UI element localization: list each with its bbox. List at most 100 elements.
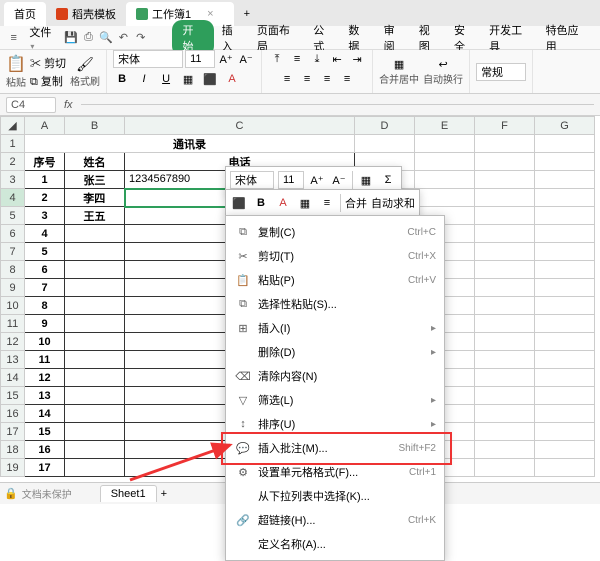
ctx-copy[interactable]: ⧉复制(C)Ctrl+C <box>226 220 444 244</box>
row-header[interactable]: 19 <box>1 459 25 477</box>
data-cell[interactable]: 6 <box>25 261 65 279</box>
row-header[interactable]: 6 <box>1 225 25 243</box>
data-cell[interactable]: 14 <box>25 405 65 423</box>
row-header[interactable]: 16 <box>1 405 25 423</box>
indent-left-icon[interactable]: ⇤ <box>328 50 346 68</box>
justify-icon[interactable]: ≡ <box>338 70 356 88</box>
data-cell[interactable] <box>65 243 125 261</box>
paste-icon[interactable]: 📋 <box>6 54 26 74</box>
bold-button[interactable]: B <box>113 70 131 88</box>
fill-color-button[interactable]: ⬛ <box>201 70 219 88</box>
underline-button[interactable]: U <box>157 70 175 88</box>
ctx-format-cells[interactable]: ⚙设置单元格格式(F)...Ctrl+1 <box>226 460 444 484</box>
align-left-icon[interactable]: ≡ <box>278 70 296 88</box>
row-header[interactable]: 2 <box>1 153 25 171</box>
row-header[interactable]: 11 <box>1 315 25 333</box>
data-cell[interactable] <box>65 441 125 459</box>
align-right-icon[interactable]: ≡ <box>318 70 336 88</box>
font-select[interactable]: 宋体 <box>113 50 183 68</box>
undo-icon[interactable]: ↶ <box>116 30 131 46</box>
ctx-define-name[interactable]: 定义名称(A)... <box>226 532 444 556</box>
mini-merge-label[interactable]: 合并 <box>345 195 367 211</box>
merge-icon[interactable]: ▦ <box>357 171 375 189</box>
col-header[interactable]: E <box>415 117 475 135</box>
wrap-icon[interactable]: ↩ <box>423 58 463 71</box>
data-cell[interactable]: 4 <box>25 225 65 243</box>
fill-color-icon[interactable]: ⬛ <box>230 194 248 212</box>
painter-icon[interactable]: 🖌 <box>70 56 100 73</box>
data-cell[interactable]: 11 <box>25 351 65 369</box>
bold-icon[interactable]: B <box>252 194 270 212</box>
increase-font-icon[interactable]: A⁺ <box>308 171 326 189</box>
data-cell[interactable] <box>65 351 125 369</box>
row-header[interactable]: 13 <box>1 351 25 369</box>
data-cell[interactable]: 1 <box>25 171 65 189</box>
number-format-select[interactable]: 常规 <box>476 63 526 81</box>
ctx-sort[interactable]: ↕排序(U)▸ <box>226 412 444 436</box>
align-center-icon[interactable]: ≡ <box>298 70 316 88</box>
ctx-dropdown[interactable]: 从下拉列表中选择(K)... <box>226 484 444 508</box>
mini-size-select[interactable]: 11 <box>278 171 304 189</box>
col-header[interactable]: C <box>125 117 355 135</box>
data-cell[interactable] <box>65 423 125 441</box>
data-cell[interactable]: 3 <box>25 207 65 225</box>
data-cell[interactable] <box>65 261 125 279</box>
data-cell[interactable] <box>65 279 125 297</box>
add-sheet-icon[interactable]: + <box>161 488 167 500</box>
preview-icon[interactable]: 🔍 <box>98 30 113 46</box>
data-cell[interactable]: 李四 <box>65 189 125 207</box>
row-header[interactable]: 14 <box>1 369 25 387</box>
row-header[interactable]: 8 <box>1 261 25 279</box>
sheet-tab[interactable]: Sheet1 <box>100 485 157 502</box>
data-cell[interactable]: 17 <box>25 459 65 477</box>
row-header[interactable]: 18 <box>1 441 25 459</box>
row-header[interactable]: 5 <box>1 207 25 225</box>
data-cell[interactable]: 9 <box>25 315 65 333</box>
title-cell[interactable]: 通讯录 <box>25 135 355 153</box>
print-icon[interactable]: ⎙ <box>81 30 96 46</box>
data-cell[interactable]: 16 <box>25 441 65 459</box>
formula-input[interactable] <box>81 104 594 105</box>
paste-button[interactable]: 粘贴 <box>6 74 26 89</box>
data-cell[interactable]: 7 <box>25 279 65 297</box>
col-header[interactable]: B <box>65 117 125 135</box>
align-bottom-icon[interactable]: ⤓ <box>308 50 326 68</box>
ctx-cut[interactable]: ✂剪切(T)Ctrl+X <box>226 244 444 268</box>
wrap-button[interactable]: 自动换行 <box>423 71 463 86</box>
row-header[interactable]: 12 <box>1 333 25 351</box>
data-cell[interactable] <box>65 405 125 423</box>
copy-button[interactable]: ⧉ 复制 <box>30 73 66 89</box>
data-cell[interactable] <box>65 297 125 315</box>
row-header[interactable]: 3 <box>1 171 25 189</box>
data-cell[interactable]: 12 <box>25 369 65 387</box>
decrease-font-icon[interactable]: A⁻ <box>237 50 255 68</box>
ctx-clear[interactable]: ⌫清除内容(N) <box>226 364 444 388</box>
data-cell[interactable] <box>65 459 125 477</box>
header-cell[interactable]: 序号 <box>25 153 65 171</box>
fontsize-select[interactable]: 11 <box>185 50 215 68</box>
row-header[interactable]: 10 <box>1 297 25 315</box>
data-cell[interactable] <box>65 387 125 405</box>
lock-icon[interactable]: 🔒 <box>4 487 18 500</box>
ctx-comment[interactable]: 💬插入批注(M)...Shift+F2 <box>226 436 444 460</box>
data-cell[interactable]: 8 <box>25 297 65 315</box>
col-header[interactable]: A <box>25 117 65 135</box>
corner-cell[interactable]: ◢ <box>1 117 25 135</box>
data-cell[interactable]: 王五 <box>65 207 125 225</box>
ctx-paste-special[interactable]: ⧉选择性粘贴(S)... <box>226 292 444 316</box>
ctx-paste[interactable]: 📋粘贴(P)Ctrl+V <box>226 268 444 292</box>
data-cell[interactable]: 2 <box>25 189 65 207</box>
data-cell[interactable] <box>65 333 125 351</box>
col-header[interactable]: F <box>475 117 535 135</box>
decrease-font-icon[interactable]: A⁻ <box>330 171 348 189</box>
name-box[interactable]: C4 <box>6 97 56 113</box>
data-cell[interactable] <box>65 369 125 387</box>
data-cell[interactable]: 13 <box>25 387 65 405</box>
increase-font-icon[interactable]: A⁺ <box>217 50 235 68</box>
fx-icon[interactable]: fx <box>64 99 73 111</box>
col-header[interactable]: D <box>355 117 415 135</box>
row-header[interactable]: 9 <box>1 279 25 297</box>
sum-icon[interactable]: Σ <box>379 171 397 189</box>
painter-button[interactable]: 格式刷 <box>70 73 100 88</box>
row-header[interactable]: 4 <box>1 189 25 207</box>
